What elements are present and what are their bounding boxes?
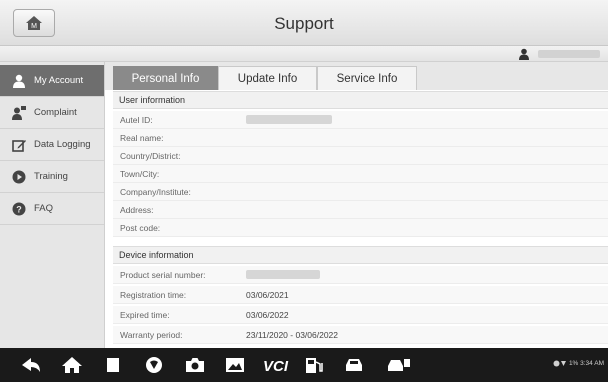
play-icon bbox=[12, 170, 26, 183]
info-row-post-code: Post code: bbox=[113, 219, 608, 237]
tab-bar: Personal Info Update Info Service Info bbox=[105, 62, 608, 90]
info-row-registration: Registration time: 03/06/2021 bbox=[113, 286, 608, 304]
edit-icon bbox=[12, 139, 26, 152]
info-row-town: Town/City: bbox=[113, 165, 608, 183]
row-label: Post code: bbox=[120, 223, 161, 233]
sidebar-item-label: Data Logging bbox=[34, 139, 91, 150]
row-label: Real name: bbox=[120, 133, 164, 143]
sidebar-item-my-account[interactable]: My Account bbox=[0, 65, 104, 97]
sidebar-item-label: Training bbox=[34, 171, 68, 182]
recent-apps-icon[interactable] bbox=[102, 355, 124, 375]
row-value: 23/11/2020 - 03/06/2022 bbox=[246, 330, 339, 340]
row-value: 03/06/2022 bbox=[246, 310, 289, 320]
page-title: Support bbox=[274, 14, 334, 33]
tab-update-info[interactable]: Update Info bbox=[218, 66, 317, 90]
home-icon[interactable] bbox=[61, 355, 83, 375]
row-label: Expired time: bbox=[120, 310, 170, 320]
bottom-nav-bar: VCI 1% 3:34 AM bbox=[0, 348, 608, 382]
sidebar-item-label: Complaint bbox=[34, 107, 77, 118]
complaint-icon bbox=[12, 105, 26, 120]
info-row-real-name: Real name: bbox=[113, 129, 608, 147]
info-row-autel-id: Autel ID: bbox=[113, 111, 608, 129]
content-panel: Personal Info Update Info Service Info U… bbox=[105, 62, 608, 348]
user-icon bbox=[519, 48, 529, 60]
device-info-header: Device information bbox=[113, 246, 608, 264]
autel-id-redacted bbox=[246, 115, 332, 124]
username-redacted bbox=[538, 50, 600, 58]
row-label: Company/Institute: bbox=[120, 187, 191, 197]
info-row-expired: Expired time: 03/06/2022 bbox=[113, 306, 608, 324]
tab-service-info[interactable]: Service Info bbox=[317, 66, 417, 90]
car-diagnostics-icon[interactable] bbox=[386, 355, 412, 375]
sidebar-item-data-logging[interactable]: Data Logging bbox=[0, 129, 104, 161]
svg-text:?: ? bbox=[16, 204, 22, 214]
info-row-company: Company/Institute: bbox=[113, 183, 608, 201]
info-row-serial: Product serial number: bbox=[113, 266, 608, 284]
row-label: Country/District: bbox=[120, 151, 181, 161]
sidebar-item-label: My Account bbox=[34, 75, 84, 86]
wifi-icon bbox=[553, 360, 567, 367]
sidebar-item-faq[interactable]: ? FAQ bbox=[0, 193, 104, 225]
sidebar-item-training[interactable]: Training bbox=[0, 161, 104, 193]
info-row-warranty: Warranty period: 23/11/2020 - 03/06/2022 bbox=[113, 326, 608, 344]
row-label: Product serial number: bbox=[120, 270, 206, 280]
user-info-header: User information bbox=[113, 91, 608, 109]
tab-personal-info[interactable]: Personal Info bbox=[113, 66, 218, 90]
status-bar-text: 1% 3:34 AM bbox=[553, 360, 604, 367]
title-bar: M Support bbox=[0, 0, 608, 46]
info-row-country: Country/District: bbox=[113, 147, 608, 165]
vci-icon[interactable]: VCI bbox=[262, 355, 290, 375]
user-icon bbox=[13, 74, 25, 88]
user-bar bbox=[0, 46, 608, 62]
row-label: Address: bbox=[120, 205, 154, 215]
row-label: Registration time: bbox=[120, 290, 187, 300]
info-row-address: Address: bbox=[113, 201, 608, 219]
sidebar: My Account Complaint Data Logging Traini… bbox=[0, 62, 105, 348]
camera-icon[interactable] bbox=[184, 355, 206, 375]
help-icon: ? bbox=[12, 202, 26, 215]
sidebar-item-complaint[interactable]: Complaint bbox=[0, 97, 104, 129]
image-icon[interactable] bbox=[224, 355, 246, 375]
browser-icon[interactable] bbox=[143, 355, 165, 375]
car-icon[interactable] bbox=[343, 355, 365, 375]
gas-station-icon[interactable] bbox=[303, 355, 325, 375]
serial-redacted bbox=[246, 270, 320, 279]
row-label: Town/City: bbox=[120, 169, 160, 179]
svg-text:VCI: VCI bbox=[263, 358, 289, 375]
row-label: Autel ID: bbox=[120, 115, 153, 125]
back-icon[interactable] bbox=[20, 355, 42, 375]
sidebar-item-label: FAQ bbox=[34, 203, 54, 214]
row-label: Warranty period: bbox=[120, 330, 183, 340]
row-value: 03/06/2021 bbox=[246, 290, 289, 300]
